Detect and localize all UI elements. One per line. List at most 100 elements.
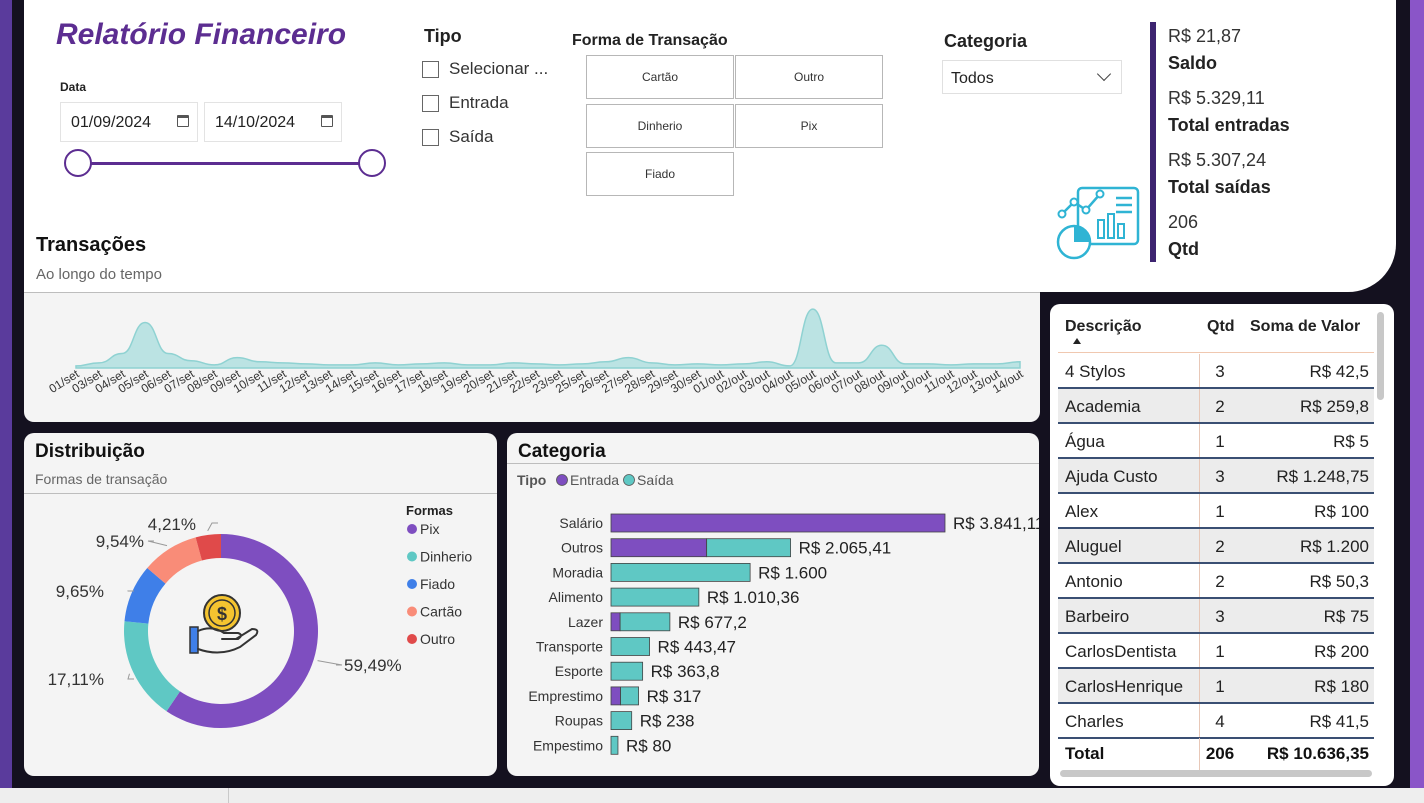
forma-button-pix[interactable]: Pix (735, 104, 883, 148)
bar-saída[interactable] (610, 735, 619, 755)
col-header-soma[interactable]: Soma de Valor (1250, 318, 1360, 336)
legend-item-saída[interactable]: Saída (637, 472, 674, 488)
dollar-icon: $ (217, 604, 227, 624)
table-row[interactable]: Antonio 2 R$ 50,3 (1058, 564, 1374, 599)
forma-button-outro[interactable]: Outro (735, 55, 883, 99)
bar-saída[interactable] (619, 612, 671, 632)
vertical-scrollbar[interactable] (1377, 312, 1384, 400)
tipo-option-selecionar[interactable]: Selecionar ... (422, 59, 548, 79)
date-range-slider[interactable] (80, 162, 376, 165)
chevron-down-icon (1096, 66, 1112, 82)
column-separator (1199, 354, 1200, 389)
cell-qtd: 1 (1215, 432, 1225, 451)
bar-saída[interactable] (706, 538, 791, 558)
checkbox[interactable] (422, 60, 439, 78)
left-edge-bar (0, 0, 12, 788)
bar-saída[interactable] (610, 711, 633, 731)
bar-saída[interactable] (610, 587, 700, 607)
checkbox[interactable] (422, 128, 439, 146)
forma-button-fiado[interactable]: Fiado (586, 152, 734, 196)
bar-saída[interactable] (610, 661, 644, 681)
calendar-icon[interactable] (321, 115, 333, 127)
bar-data-label: R$ 317 (647, 687, 702, 706)
sort-ascending-icon[interactable] (1073, 338, 1081, 344)
cell-qtd: 1 (1215, 642, 1225, 661)
table-row[interactable]: Aluguel 2 R$ 1.200 (1058, 529, 1374, 564)
table-row[interactable]: CarlosDentista 1 R$ 200 (1058, 634, 1374, 669)
cell-qtd: 3 (1215, 607, 1225, 626)
total-qtd: 206 (1205, 744, 1235, 763)
bar-data-label: R$ 677,2 (678, 613, 747, 632)
legend-item-cartão[interactable]: Cartão (420, 604, 462, 620)
bar-data-label: R$ 443,47 (658, 638, 736, 657)
cell-descricao: Charles (1065, 712, 1124, 731)
col-header-descricao[interactable]: Descrição (1065, 318, 1142, 336)
checkbox[interactable] (422, 94, 439, 112)
tipo-option-saida[interactable]: Saída (422, 127, 493, 147)
bar-saída[interactable] (610, 562, 751, 582)
cell-descricao: Aluguel (1065, 537, 1122, 556)
table-row[interactable]: Alex 1 R$ 100 (1058, 494, 1374, 529)
date-start-input[interactable]: 01/09/2024 (60, 102, 198, 142)
bar-data-label: R$ 3.841,11 (953, 514, 1039, 533)
date-end-input[interactable]: 14/10/2024 (204, 102, 342, 142)
column-separator (1199, 634, 1200, 669)
table-row[interactable]: CarlosHenrique 1 R$ 180 (1058, 669, 1374, 704)
cell-valor: R$ 200 (1314, 642, 1369, 661)
distribuicao-donut-chart: 59,49% 17,11% 9,65% 9,54%4,21% $ Formas Pix Din… (48, 503, 472, 728)
cell-valor: R$ 100 (1314, 502, 1369, 521)
y-tick-label: Emprestimo (528, 688, 603, 704)
calendar-icon[interactable] (177, 115, 189, 127)
date-label: Data (60, 80, 87, 94)
y-tick-label: Salário (559, 515, 603, 531)
table-row[interactable]: Academia 2 R$ 259,8 (1058, 389, 1374, 424)
categoria-dropdown[interactable]: Todos (942, 60, 1122, 94)
table-row[interactable]: Ajuda Custo 3 R$ 1.248,75 (1058, 459, 1374, 494)
legend-title: Tipo (517, 472, 546, 488)
tipo-option-label: Selecionar ... (449, 59, 549, 78)
bar-saída[interactable] (620, 686, 639, 706)
bar-entrada[interactable] (610, 612, 621, 632)
donut-slice-dinherio[interactable] (123, 621, 181, 712)
table-row[interactable]: Água 1 R$ 5 (1058, 424, 1374, 459)
bottom-status-bar (0, 788, 1424, 803)
categoria-label: Categoria (944, 31, 1028, 51)
table-row[interactable]: Charles 4 R$ 41,5 (1058, 704, 1374, 739)
header-divider (1058, 352, 1374, 353)
legend-item-pix[interactable]: Pix (420, 521, 439, 537)
analytics-icon (1056, 186, 1140, 260)
tipo-option-entrada[interactable]: Entrada (422, 93, 509, 113)
leader-line (317, 660, 343, 666)
slider-end-handle[interactable] (358, 149, 386, 177)
forma-button-cartao[interactable]: Cartão (586, 55, 734, 99)
kpi-entradas-value: R$ 5.329,11 (1168, 88, 1265, 108)
column-separator (1199, 738, 1200, 772)
bar-entrada[interactable] (610, 513, 946, 533)
table-row[interactable]: 4 Stylos 3 R$ 42,5 (1058, 354, 1374, 389)
bar-entrada[interactable] (610, 538, 708, 558)
categoria-selected-value: Todos (951, 70, 994, 87)
legend-item-entrada[interactable]: Entrada (570, 472, 619, 488)
column-separator (1199, 564, 1200, 599)
col-header-qtd[interactable]: Qtd (1207, 318, 1235, 336)
total-label: Total (1065, 744, 1105, 763)
cell-descricao: Água (1065, 432, 1105, 451)
legend-marker (407, 634, 417, 644)
bar-entrada[interactable] (610, 686, 621, 706)
legend-marker (407, 579, 417, 589)
table-row[interactable]: Barbeiro 3 R$ 75 (1058, 599, 1374, 634)
legend-item-dinherio[interactable]: Dinherio (420, 549, 472, 565)
legend-item-fiado[interactable]: Fiado (420, 576, 455, 592)
forma-button-dinherio[interactable]: Dinherio (586, 104, 734, 148)
horizontal-scrollbar[interactable] (1060, 770, 1372, 777)
cell-descricao: Antonio (1065, 572, 1123, 591)
y-tick-label: Esporte (555, 663, 603, 679)
cell-descricao: 4 Stylos (1065, 362, 1126, 381)
bar-saída[interactable] (610, 637, 650, 656)
legend-item-outro[interactable]: Outro (420, 631, 455, 647)
slider-start-handle[interactable] (64, 149, 92, 177)
cell-valor: R$ 50,3 (1309, 572, 1369, 591)
y-tick-label: Outros (561, 540, 603, 556)
cell-valor: R$ 1.200 (1300, 537, 1369, 556)
bar-data-label: R$ 2.065,41 (799, 539, 892, 558)
